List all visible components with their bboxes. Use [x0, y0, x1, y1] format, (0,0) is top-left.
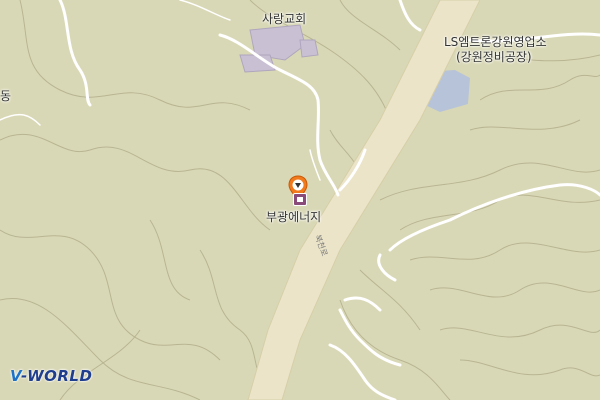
- church-label: 사랑교회: [262, 12, 307, 26]
- edge-label: 동: [0, 89, 12, 103]
- gas-station-icon[interactable]: [293, 193, 307, 206]
- vworld-logo: V-WORLD: [10, 367, 93, 385]
- company-sub-label: (강원정비공장): [456, 50, 532, 64]
- poi-label: 부광에너지: [266, 210, 322, 224]
- church-buildings: [239, 24, 319, 73]
- map-view[interactable]: 사랑교회 LS엠트론강원영업소 (강원정비공장) 부광에너지 동 북천로 V-W…: [0, 0, 600, 400]
